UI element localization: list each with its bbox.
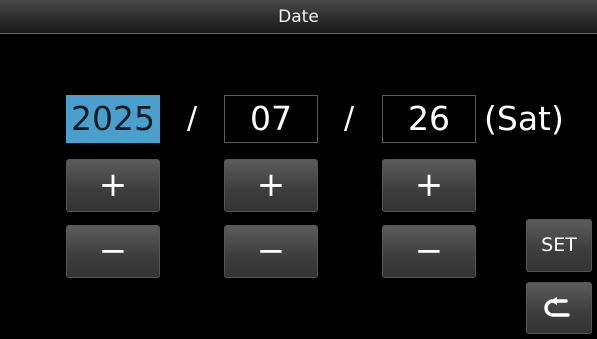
date-separator: / <box>186 101 198 136</box>
weekday-label: (Sat) <box>484 99 564 138</box>
day-decrement-button[interactable]: − <box>382 225 476 278</box>
date-screen: Date 2025 / 07 / 26 (Sat) + + + − − − SE… <box>0 0 597 339</box>
back-button[interactable] <box>526 282 592 334</box>
month-increment-button[interactable]: + <box>224 159 318 212</box>
return-arrow-icon <box>527 297 591 321</box>
date-separator: / <box>343 101 355 136</box>
year-increment-button[interactable]: + <box>66 159 160 212</box>
set-button[interactable]: SET <box>526 219 592 272</box>
year-decrement-button[interactable]: − <box>66 225 160 278</box>
screen-title: Date <box>278 7 319 27</box>
day-field[interactable]: 26 <box>382 95 476 143</box>
month-field[interactable]: 07 <box>224 95 318 143</box>
year-field[interactable]: 2025 <box>66 95 160 143</box>
month-decrement-button[interactable]: − <box>224 225 318 278</box>
title-bar: Date <box>0 0 597 34</box>
day-increment-button[interactable]: + <box>382 159 476 212</box>
